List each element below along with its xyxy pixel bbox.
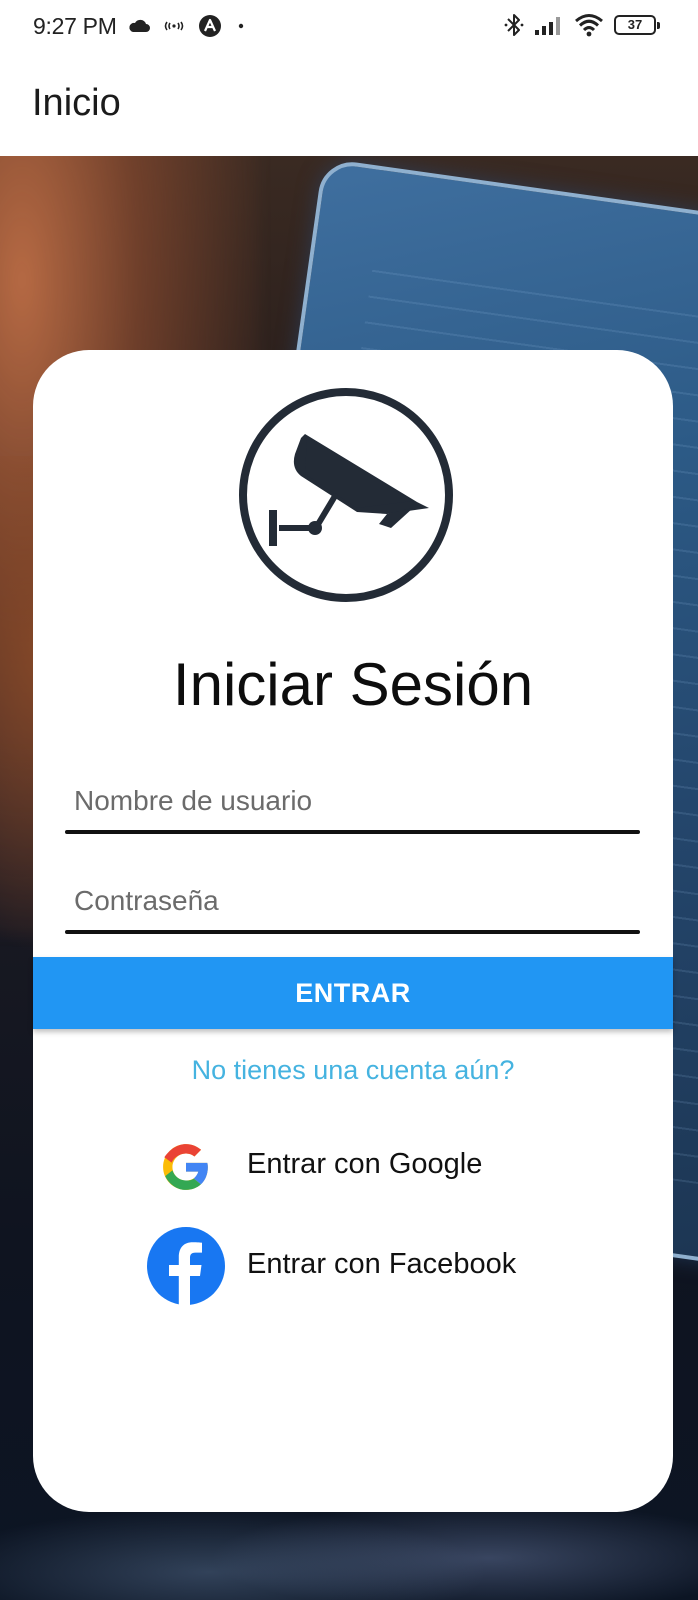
battery-level: 37 bbox=[627, 17, 643, 32]
app-a-icon bbox=[199, 15, 221, 37]
username-field-container bbox=[65, 762, 640, 834]
username-underline bbox=[65, 830, 640, 834]
facebook-icon bbox=[147, 1227, 225, 1306]
status-time: 9:27 PM bbox=[33, 13, 117, 39]
password-underline bbox=[65, 930, 640, 934]
enter-button[interactable]: ENTRAR bbox=[33, 957, 673, 1029]
wifi-icon bbox=[575, 14, 603, 37]
dot-icon bbox=[238, 23, 244, 29]
google-login-button[interactable]: Entrar con Google bbox=[33, 1128, 673, 1208]
signal-icon bbox=[535, 17, 560, 35]
login-title: Iniciar Sesión bbox=[172, 651, 534, 718]
login-card: Iniciar Sesión ENTRAR No tienes una cuen… bbox=[33, 350, 673, 1512]
nfc-icon bbox=[164, 21, 184, 31]
password-field-container bbox=[65, 862, 640, 934]
status-right-icons: 37 bbox=[504, 12, 660, 38]
status-bar: 9:27 PM 37 bbox=[0, 0, 698, 52]
facebook-login-label: Entrar con Facebook bbox=[247, 1248, 517, 1280]
google-icon bbox=[163, 1144, 208, 1190]
facebook-login-button[interactable]: Entrar con Facebook bbox=[33, 1226, 673, 1306]
google-login-label: Entrar con Google bbox=[247, 1148, 483, 1180]
security-camera-icon bbox=[239, 388, 453, 602]
bluetooth-icon bbox=[504, 14, 524, 36]
battery-icon: 37 bbox=[614, 15, 660, 35]
register-link[interactable]: No tienes una cuenta aún? bbox=[33, 1055, 673, 1086]
app-bar: Inicio bbox=[0, 52, 698, 156]
cloud-icon bbox=[129, 19, 150, 32]
password-input[interactable] bbox=[65, 862, 640, 932]
app-bar-title: Inicio bbox=[32, 82, 121, 124]
status-left-icons bbox=[128, 14, 246, 38]
username-input[interactable] bbox=[65, 762, 640, 832]
